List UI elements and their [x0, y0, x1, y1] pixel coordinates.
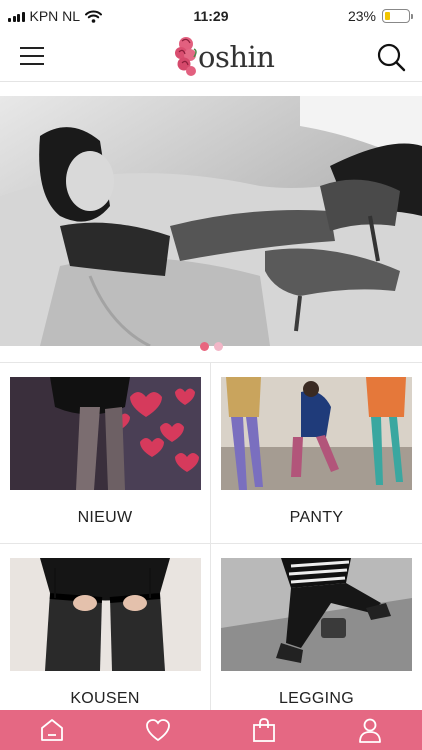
app-header: oshin [0, 32, 422, 82]
home-icon[interactable] [38, 716, 66, 744]
search-icon[interactable] [376, 42, 406, 72]
category-grid: NIEUW PANTY KOUSEN LEGGING [0, 362, 422, 725]
bottom-tab-bar [0, 710, 422, 750]
category-tile-panty[interactable]: PANTY [211, 363, 422, 544]
category-tile-legging[interactable]: LEGGING [211, 544, 422, 725]
carousel-dots[interactable] [0, 342, 422, 351]
carousel-dot[interactable] [199, 342, 209, 351]
hero-photo [0, 96, 422, 346]
category-tile-nieuw[interactable]: NIEUW [0, 363, 211, 544]
category-label: NIEUW [77, 509, 133, 526]
category-image-legging [221, 558, 412, 671]
logo-text: oshin [198, 40, 275, 74]
category-image-panty [221, 377, 412, 490]
status-bar: KPN NL 11:29 23% [0, 0, 422, 32]
category-image-nieuw [10, 377, 201, 490]
hamburger-menu-icon[interactable] [20, 46, 44, 66]
battery-fill [385, 12, 390, 20]
battery-group: 23% [347, 8, 413, 24]
category-image-kousen [10, 558, 201, 671]
category-label: KOUSEN [70, 690, 140, 707]
battery-percent: 23% [347, 8, 376, 24]
shopping-bag-icon[interactable] [250, 716, 278, 744]
category-tile-kousen[interactable]: KOUSEN [0, 544, 211, 725]
user-icon[interactable] [356, 716, 384, 744]
category-label: LEGGING [278, 690, 354, 707]
heart-icon[interactable] [144, 716, 172, 744]
brand-logo[interactable]: oshin [172, 34, 275, 80]
hero-banner[interactable] [0, 96, 422, 346]
battery-icon [382, 9, 413, 23]
category-label: PANTY [289, 509, 344, 526]
carousel-dot[interactable] [213, 342, 223, 351]
